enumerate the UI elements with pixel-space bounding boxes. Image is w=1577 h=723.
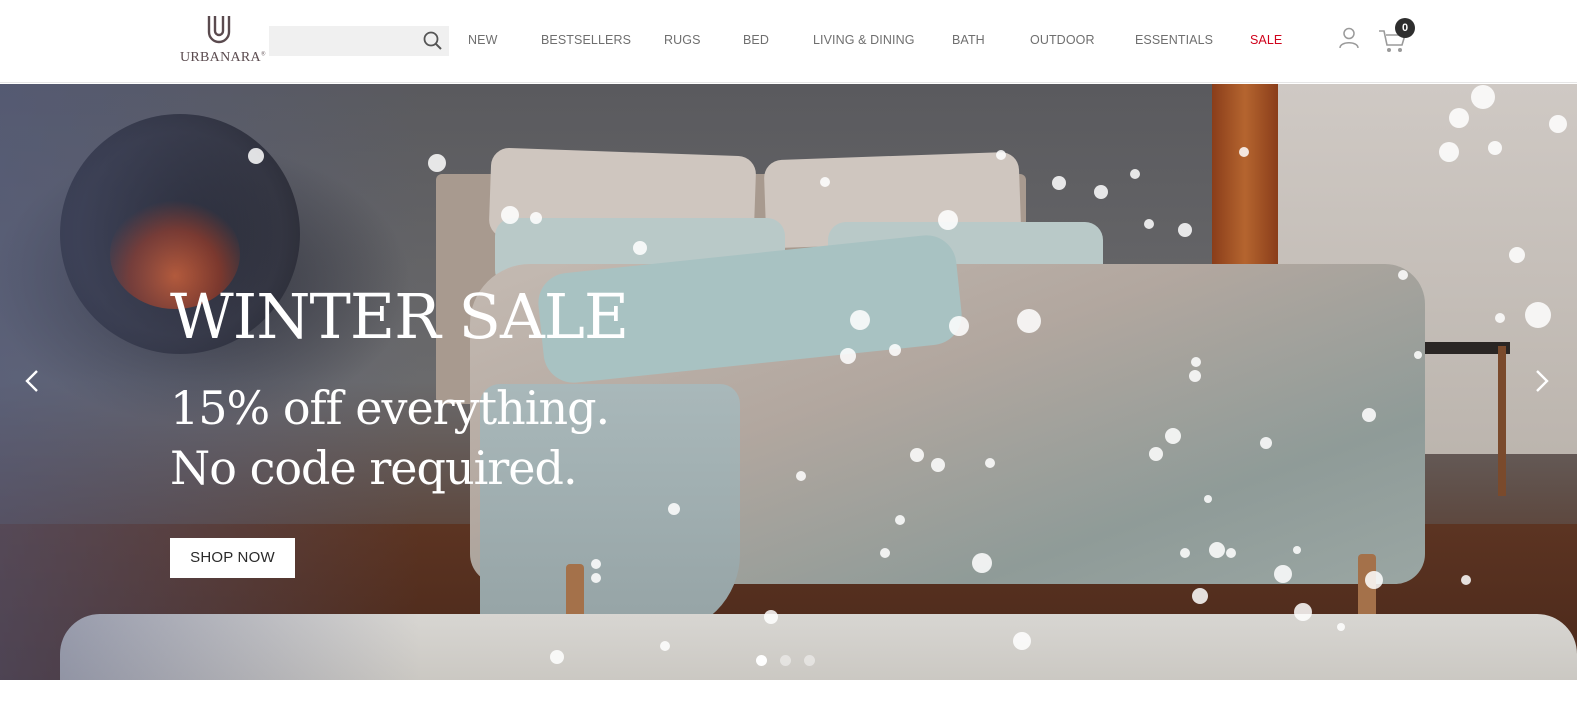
hero-carousel: WINTER SALE 15% off everything. No code … <box>0 84 1577 680</box>
cart-button[interactable]: 0 <box>1378 18 1418 52</box>
brand-logo[interactable]: URBANARA® <box>180 14 266 68</box>
nav-item-outdoor[interactable]: OUTDOOR <box>1030 33 1095 47</box>
hero-subtitle-line2: No code required. <box>170 441 578 495</box>
search-input[interactable] <box>269 26 419 56</box>
carousel-prev-button[interactable] <box>18 366 48 396</box>
search-button[interactable] <box>421 30 445 52</box>
chevron-right-icon <box>1536 370 1549 392</box>
hero-title: WINTER SALE <box>170 280 629 353</box>
search-icon <box>423 31 442 50</box>
nav-item-essentials[interactable]: ESSENTIALS <box>1135 33 1213 47</box>
nav-item-bestsellers[interactable]: BESTSELLERS <box>541 33 631 47</box>
cart-count-badge: 0 <box>1395 18 1415 38</box>
carousel-next-button[interactable] <box>1526 366 1556 396</box>
hero-subtitle-line1: 15% off everything. <box>170 381 610 435</box>
hero-subtitle: 15% off everything. No code required. <box>170 378 628 498</box>
chevron-left-icon <box>25 370 38 392</box>
user-icon <box>1339 27 1359 49</box>
hero-bg-table-leg <box>1498 346 1506 496</box>
nav-item-bed[interactable]: BED <box>743 33 769 47</box>
carousel-dot-1[interactable] <box>756 655 767 666</box>
nav-item-rugs[interactable]: RUGS <box>664 33 701 47</box>
nav-item-bath[interactable]: BATH <box>952 33 985 47</box>
shop-now-button[interactable]: SHOP NOW <box>170 538 295 578</box>
account-button[interactable] <box>1339 27 1359 49</box>
brand-name: URBANARA® <box>180 50 266 65</box>
nav-item-sale[interactable]: SALE <box>1250 33 1282 47</box>
nav-item-living-dining[interactable]: LIVING & DINING <box>813 33 915 47</box>
carousel-dot-2[interactable] <box>780 655 791 666</box>
hero-text-block: WINTER SALE 15% off everything. No code … <box>170 280 629 498</box>
site-header: URBANARA® NEW BESTSELLERS RUGS BED LIVIN… <box>0 0 1577 83</box>
search-box <box>269 26 449 56</box>
logo-mark-icon <box>207 16 231 44</box>
carousel-dot-3[interactable] <box>804 655 815 666</box>
nav-item-new[interactable]: NEW <box>468 33 497 47</box>
